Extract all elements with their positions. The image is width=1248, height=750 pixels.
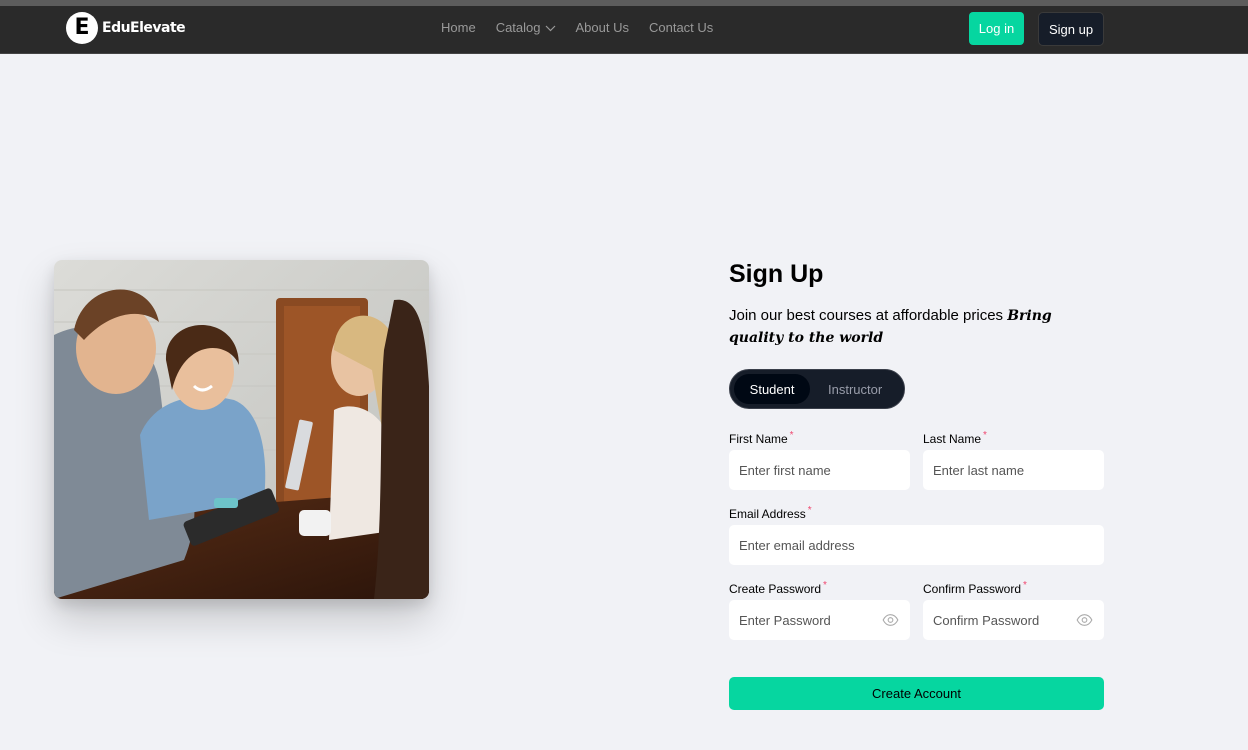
required-marker: * — [789, 430, 794, 441]
students-photo — [54, 260, 429, 599]
role-tab-instructor[interactable]: Instructor — [810, 374, 900, 404]
confirm-password-input[interactable] — [933, 612, 1063, 628]
confirm-password-field — [923, 600, 1104, 640]
confirm-password-label-text: Confirm Password — [923, 582, 1022, 596]
password-label: Create Password * — [729, 580, 827, 596]
nav-links: Home Catalog About Us Contact Us — [441, 20, 733, 36]
first-name-label-text: First Name — [729, 432, 788, 446]
required-marker: * — [1023, 580, 1027, 591]
signup-nav-button[interactable]: Sign up — [1038, 12, 1104, 46]
password-input[interactable] — [739, 612, 869, 628]
nav-link-catalog-label: Catalog — [495, 20, 541, 35]
required-marker: * — [823, 580, 827, 591]
chevron-down-icon — [545, 25, 555, 31]
first-name-label: First Name * — [729, 430, 794, 446]
page-title: Sign Up — [729, 260, 824, 288]
logo-mark: E — [66, 12, 98, 44]
navbar: E EduElevate Home Catalog About Us Conta… — [0, 6, 1248, 54]
brand-name: EduElevate — [102, 20, 186, 36]
create-account-button[interactable]: Create Account — [729, 677, 1104, 710]
first-name-input[interactable] — [739, 462, 910, 478]
confirm-password-label: Confirm Password * — [923, 580, 1027, 596]
required-marker: * — [983, 430, 987, 441]
subtitle-text: Join our best courses at affordable pric… — [729, 307, 1004, 324]
nav-link-catalog[interactable]: Catalog — [496, 20, 556, 36]
last-name-label: Last Name * — [923, 430, 987, 446]
email-label-text: Email Address — [729, 507, 806, 521]
email-input[interactable] — [739, 537, 1104, 553]
email-label: Email Address * — [729, 505, 812, 521]
eye-icon[interactable] — [881, 612, 900, 628]
logo-letter: E — [74, 15, 90, 40]
last-name-label-text: Last Name — [923, 432, 982, 446]
first-name-field — [729, 450, 910, 490]
nav-link-contact[interactable]: Contact Us — [649, 20, 713, 36]
nav-link-about[interactable]: About Us — [576, 20, 629, 36]
login-button[interactable]: Log in — [969, 12, 1024, 45]
email-field — [729, 525, 1104, 565]
page-subtitle: Join our best courses at affordable pric… — [729, 305, 1104, 349]
password-field — [729, 600, 910, 640]
role-toggle: Student Instructor — [729, 369, 905, 409]
role-tab-student[interactable]: Student — [734, 374, 811, 404]
password-label-text: Create Password — [729, 582, 822, 596]
last-name-input[interactable] — [933, 462, 1104, 478]
last-name-field — [923, 450, 1104, 490]
eye-icon[interactable] — [1075, 612, 1094, 628]
required-marker: * — [807, 505, 812, 516]
brand-logo[interactable]: E EduElevate — [66, 12, 186, 44]
nav-link-home[interactable]: Home — [441, 20, 476, 36]
